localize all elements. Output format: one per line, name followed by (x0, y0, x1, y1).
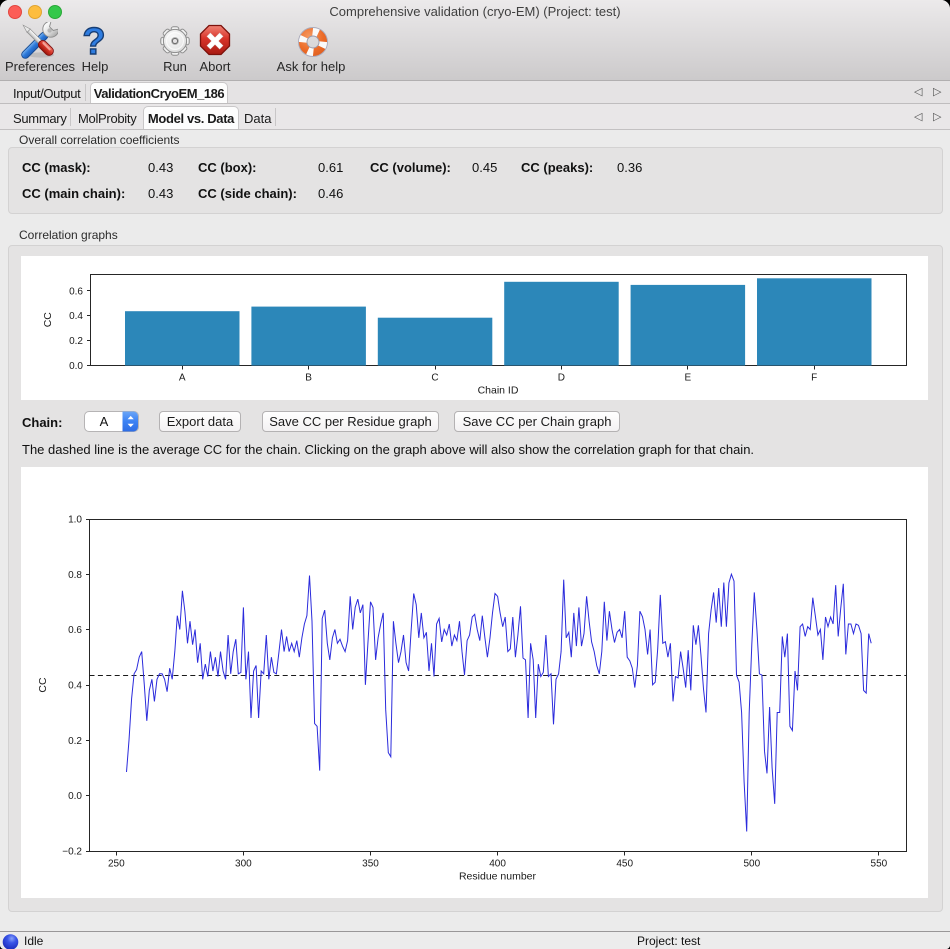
svg-text:?: ? (82, 22, 105, 60)
svg-text:0.2: 0.2 (68, 736, 82, 747)
svg-text:C: C (431, 373, 438, 384)
svg-text:250: 250 (108, 859, 125, 870)
svg-text:CC: CC (42, 312, 54, 328)
svg-text:0.0: 0.0 (68, 791, 82, 802)
svg-text:0.2: 0.2 (69, 336, 83, 347)
svg-text:300: 300 (235, 859, 252, 870)
svg-text:Residue number: Residue number (459, 871, 537, 883)
svg-text:B: B (305, 373, 312, 384)
svg-text:0.4: 0.4 (68, 681, 82, 692)
svg-text:350: 350 (362, 859, 379, 870)
svg-text:CC: CC (37, 677, 49, 693)
svg-text:F: F (811, 373, 817, 384)
svg-text:A: A (179, 373, 186, 384)
svg-text:Chain ID: Chain ID (478, 385, 519, 397)
svg-text:450: 450 (616, 859, 633, 870)
svg-text:A: A (100, 414, 109, 429)
svg-text:0.4: 0.4 (69, 311, 83, 322)
svg-text:D: D (558, 373, 565, 384)
svg-text:0.8: 0.8 (68, 570, 82, 581)
svg-text:−0.2: −0.2 (62, 847, 82, 858)
svg-text:1.0: 1.0 (68, 515, 82, 526)
svg-text:E: E (684, 373, 691, 384)
svg-text:550: 550 (871, 859, 888, 870)
svg-text:500: 500 (743, 859, 760, 870)
svg-text:0.0: 0.0 (69, 361, 83, 372)
svg-text:0.6: 0.6 (68, 625, 82, 636)
svg-text:400: 400 (489, 859, 506, 870)
svg-text:0.6: 0.6 (69, 286, 83, 297)
